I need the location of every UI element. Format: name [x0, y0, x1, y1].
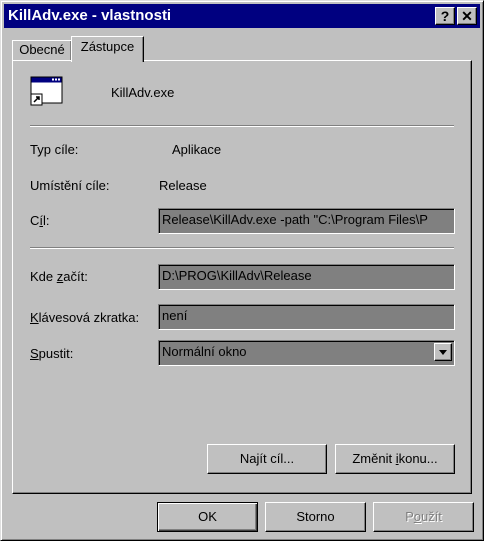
tab-shortcut[interactable]: Zástupce — [71, 36, 144, 62]
shortcut-name: KillAdv.exe — [111, 85, 175, 100]
start-in-field[interactable]: D:\PROG\KillAdv\Release — [158, 264, 455, 290]
start-in-field-value: D:\PROG\KillAdv\Release — [162, 268, 312, 283]
properties-dialog: KillAdv.exe - vlastnosti ? ✕ Obecné Zást… — [0, 0, 484, 541]
separator — [30, 247, 454, 249]
tab-general-label: Obecné — [19, 42, 65, 57]
run-label: Spustit: — [30, 346, 74, 361]
shortcut-app-icon — [30, 75, 64, 109]
run-dropdown-value: Normální okno — [162, 344, 247, 359]
target-location-value: Release — [159, 178, 207, 193]
run-dropdown[interactable]: Normální okno — [158, 340, 455, 366]
target-type-value: Aplikace — [172, 142, 222, 157]
window-title: KillAdv.exe - vlastnosti — [8, 7, 172, 24]
title-bar[interactable]: KillAdv.exe - vlastnosti ? ✕ — [4, 4, 480, 28]
apply-button[interactable]: Použít — [373, 502, 474, 532]
hotkey-label: Klávesová zkratka: — [30, 310, 140, 325]
find-target-button[interactable]: Najít cíl... — [207, 444, 327, 474]
tab-general[interactable]: Obecné — [12, 40, 72, 60]
hotkey-field[interactable]: není — [158, 304, 455, 330]
target-label: Cíl: — [30, 213, 50, 228]
start-in-label: Kde začít: — [30, 269, 88, 284]
separator — [30, 125, 454, 127]
hotkey-field-value: není — [162, 308, 188, 323]
chevron-down-icon[interactable] — [434, 343, 452, 361]
ok-button[interactable]: OK — [157, 502, 258, 532]
target-field-value: Release\KillAdv.exe -path "C:\Program Fi… — [162, 212, 428, 227]
target-location-label: Umístění cíle: — [30, 178, 110, 193]
help-button[interactable]: ? — [435, 7, 455, 25]
change-icon-button[interactable]: Změnit ikonu... — [335, 444, 455, 474]
tab-shortcut-label: Zástupce — [80, 39, 135, 54]
target-field[interactable]: Release\KillAdv.exe -path "C:\Program Fi… — [158, 208, 455, 234]
target-type-label: Typ cíle: — [30, 142, 79, 157]
close-button[interactable]: ✕ — [457, 7, 477, 25]
cancel-button[interactable]: Storno — [265, 502, 366, 532]
